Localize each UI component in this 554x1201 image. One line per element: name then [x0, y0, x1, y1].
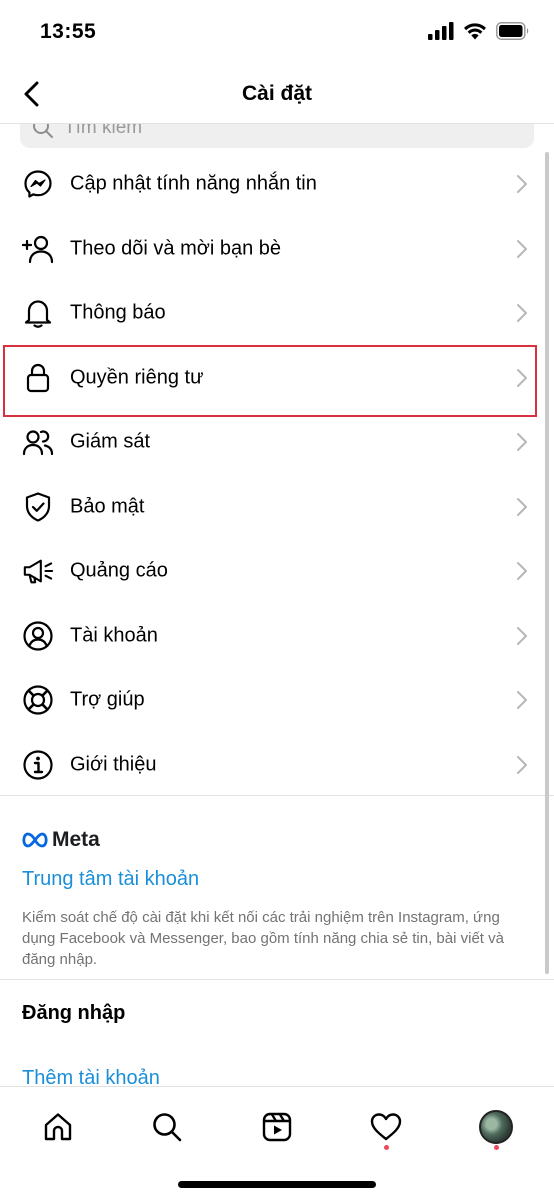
menu-item-label: Quảng cáo [70, 559, 168, 582]
activity-notification-dot [384, 1145, 389, 1150]
menu-item-label: Theo dõi và mời bạn bè [70, 237, 282, 260]
account-circle-icon [22, 620, 54, 652]
search-icon [153, 1113, 182, 1142]
lifebuoy-icon [22, 684, 54, 716]
menu-item-label: Trợ giúp [70, 688, 145, 711]
meta-infinity-icon [22, 832, 48, 848]
menu-item-account[interactable]: Tài khoản [0, 604, 554, 669]
menu-item-about[interactable]: Giới thiệu [0, 733, 554, 798]
wifi-icon [463, 22, 487, 45]
profile-notification-dot [494, 1145, 499, 1150]
heart-icon [370, 1113, 402, 1141]
status-icons [428, 22, 530, 45]
lock-icon [22, 362, 54, 394]
scrollbar[interactable] [545, 152, 549, 974]
info-icon [22, 749, 54, 781]
menu-item-label: Giám sát [70, 430, 151, 453]
chevron-right-icon [517, 175, 527, 194]
messenger-icon [22, 168, 54, 200]
chevron-right-icon [517, 497, 527, 516]
section-divider [0, 979, 554, 980]
status-bar: 13:55 [0, 0, 554, 66]
add-account-link[interactable]: Thêm tài khoản [22, 1067, 160, 1086]
menu-item-follow-invite[interactable]: Theo dõi và mời bạn bè [0, 217, 554, 282]
menu-item-help[interactable]: Trợ giúp [0, 668, 554, 733]
tab-reels[interactable] [255, 1105, 299, 1149]
add-person-icon [22, 233, 54, 265]
accounts-center-description: Kiểm soát chế độ cài đặt khi kết nối các… [22, 909, 504, 968]
search-icon [33, 124, 53, 138]
page-title: Cài đặt [241, 82, 312, 105]
menu-item-security[interactable]: Bảo mật [0, 475, 554, 540]
tab-profile[interactable] [474, 1105, 518, 1149]
home-icon [44, 1113, 72, 1141]
megaphone-icon [22, 555, 54, 587]
reels-icon [262, 1112, 292, 1142]
settings-list-container[interactable]: Tìm kiếm Cập nhật tính năng nhắn tin The… [0, 124, 554, 1086]
tab-search[interactable] [145, 1105, 189, 1149]
section-divider [0, 795, 554, 796]
bell-icon [22, 297, 54, 329]
chevron-right-icon [517, 691, 527, 710]
home-indicator[interactable] [178, 1181, 376, 1188]
menu-item-privacy[interactable]: Quyền riêng tư [0, 346, 554, 411]
profile-avatar [479, 1110, 513, 1144]
shield-check-icon [22, 491, 54, 523]
search-input[interactable]: Tìm kiếm [20, 124, 534, 148]
menu-item-notifications[interactable]: Thông báo [0, 281, 554, 346]
chevron-right-icon [517, 239, 527, 258]
menu-item-supervision[interactable]: Giám sát [0, 410, 554, 475]
meta-brand: Meta [52, 828, 100, 851]
chevron-right-icon [517, 433, 527, 452]
menu-item-label: Quyền riêng tư [70, 366, 204, 389]
settings-menu: Cập nhật tính năng nhắn tin Theo dõi và … [0, 152, 554, 797]
menu-item-label: Tài khoản [70, 624, 158, 647]
chevron-right-icon [517, 562, 527, 581]
menu-item-label: Cập nhật tính năng nhắn tin [70, 172, 317, 195]
chevron-right-icon [517, 304, 527, 323]
search-placeholder: Tìm kiếm [64, 124, 143, 138]
tab-home[interactable] [36, 1105, 80, 1149]
chevron-right-icon [517, 755, 527, 774]
supervision-icon [22, 426, 54, 458]
menu-item-label: Giới thiệu [70, 753, 157, 776]
chevron-right-icon [517, 368, 527, 387]
cellular-signal-icon [428, 22, 454, 45]
menu-item-label: Thông báo [70, 301, 166, 324]
status-time: 13:55 [40, 20, 97, 43]
chevron-right-icon [517, 626, 527, 645]
navigation-bar: Cài đặt [0, 66, 554, 124]
menu-item-label: Bảo mật [70, 495, 145, 518]
meta-logo: Meta [22, 828, 100, 852]
battery-icon [496, 22, 530, 45]
login-section-title: Đăng nhập [22, 1002, 126, 1024]
menu-item-ads[interactable]: Quảng cáo [0, 539, 554, 604]
menu-item-messaging-updates[interactable]: Cập nhật tính năng nhắn tin [0, 152, 554, 217]
tab-activity[interactable] [364, 1105, 408, 1149]
accounts-center-link[interactable]: Trung tâm tài khoản [22, 868, 199, 891]
